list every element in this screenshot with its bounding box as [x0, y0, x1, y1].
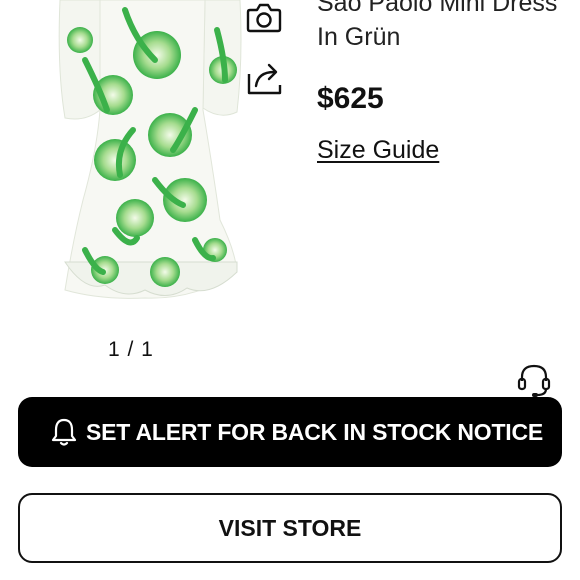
dress-illustration [58, 0, 242, 299]
share-button[interactable] [242, 56, 286, 100]
share-icon [247, 63, 282, 95]
back-in-stock-alert-label: SET ALERT FOR BACK IN STOCK NOTICE [86, 418, 544, 445]
product-image[interactable] [45, 0, 245, 305]
size-guide-link[interactable]: Size Guide [317, 136, 439, 165]
visit-store-label: VISIT STORE [218, 514, 362, 541]
camera-icon [246, 3, 282, 33]
gallery-pager: 1 / 1 [108, 338, 154, 361]
visit-store-button[interactable]: VISIT STORE [18, 493, 562, 563]
headset-icon [517, 364, 551, 397]
product-title: Sao Paolo Mini Dress In Grün [317, 0, 558, 51]
back-in-stock-alert-button[interactable]: SET ALERT FOR BACK IN STOCK NOTICE [18, 397, 562, 467]
camera-button[interactable] [242, 0, 286, 40]
product-price: $625 [317, 82, 384, 115]
bell-icon [50, 417, 78, 447]
